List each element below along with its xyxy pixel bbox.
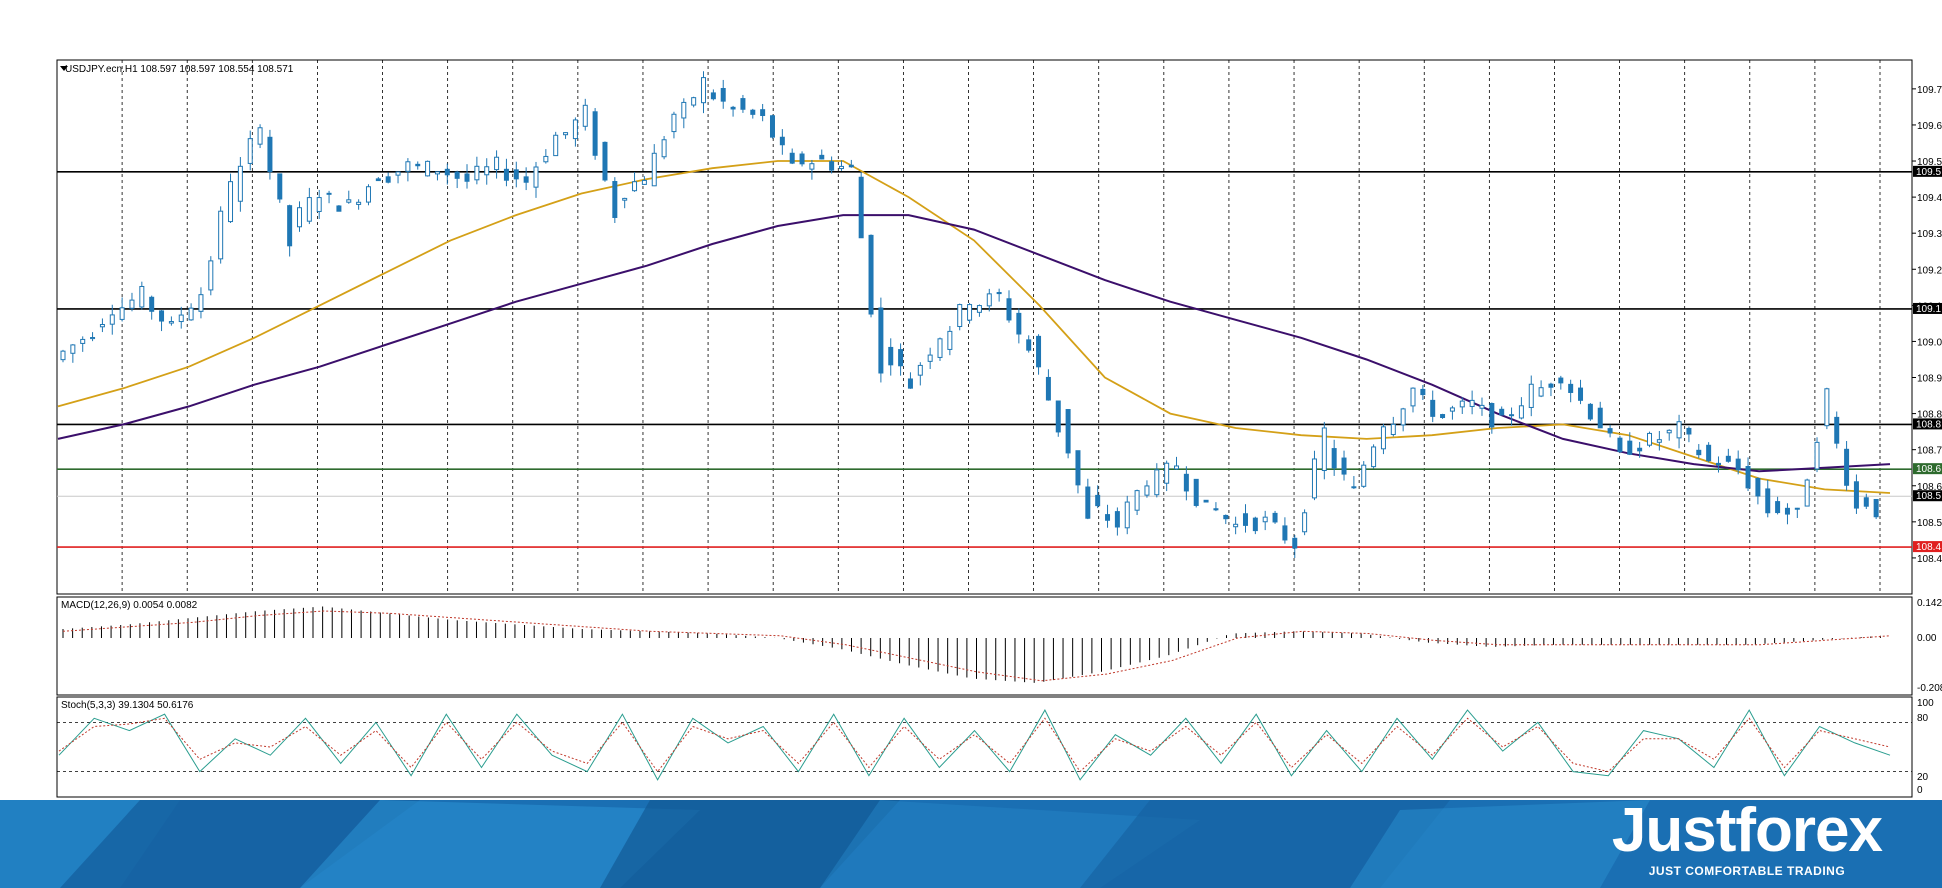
candle: [661, 136, 667, 160]
y-tick-label: 109.2: [1917, 265, 1942, 276]
candle: [1834, 411, 1840, 449]
candle: [425, 160, 431, 177]
candle: [277, 173, 283, 203]
candle: [612, 177, 618, 224]
macd-header: MACD(12,26,9) 0.0054 0.0082: [61, 600, 198, 611]
candle: [1193, 478, 1199, 508]
y-tick-label: 109.3: [1917, 229, 1942, 240]
candle: [967, 302, 973, 324]
y-tick-label: 109.7: [1917, 85, 1942, 96]
brand-logo: Justforex JUST COMFORTABLE TRADING: [1611, 796, 1883, 878]
candle: [1371, 444, 1377, 469]
candle: [1065, 409, 1071, 459]
y-tick-label: 108.4: [1917, 554, 1942, 565]
stoch-pane: [56, 696, 1913, 798]
candle: [602, 141, 608, 182]
stoch-tick-label: 0: [1917, 785, 1923, 796]
stoch-tick-label: 20: [1917, 772, 1929, 783]
candle: [1873, 498, 1879, 520]
symbol-header: USDJPY.ecn.H1 108.597 108.597 108.554 10…: [65, 64, 294, 75]
macd-tick-label: 0.1426: [1917, 598, 1942, 609]
candle: [937, 337, 943, 361]
candle: [1302, 509, 1308, 536]
level-tag: 108.5: [1916, 491, 1941, 502]
brand-tagline: JUST COMFORTABLE TRADING: [1648, 864, 1846, 878]
candle: [868, 234, 874, 318]
candle: [1203, 499, 1209, 503]
stoch-tick-label: 100: [1917, 698, 1934, 709]
macd-tick-label: -0.2085: [1917, 683, 1942, 694]
chart-canvas: 109.7 109.6 109.5 109.4 109.3 109.2 109.1 109.0…: [56, 59, 1942, 812]
candle: [1617, 435, 1623, 454]
candle: [858, 172, 864, 239]
y-tick-label: 109.4: [1917, 193, 1942, 204]
stoch-axis: 100 80 20 0: [1917, 698, 1934, 796]
candle: [1361, 461, 1367, 488]
stoch-header: Stoch(5,3,3) 39.1304 50.6176: [61, 700, 194, 711]
stoch-tick-label: 80: [1917, 713, 1929, 724]
candle: [1321, 421, 1327, 480]
level-tag: 108.6: [1916, 464, 1941, 475]
macd-tick-label: 0.00: [1917, 633, 1937, 644]
candle: [769, 114, 775, 139]
price-pane: [56, 59, 1913, 595]
candle: [1804, 478, 1810, 507]
brand-name: Justforex: [1611, 796, 1883, 865]
candle: [878, 297, 884, 383]
candle: [1706, 442, 1712, 463]
candle: [1647, 431, 1653, 448]
y-tick-label: 108.7: [1917, 446, 1942, 457]
candle: [257, 124, 263, 149]
candle: [218, 206, 224, 264]
y-tick-label: 109.0: [1917, 337, 1942, 348]
macd-axis: 0.1426 0.00 -0.2085: [1917, 598, 1942, 694]
candle: [553, 131, 559, 157]
candle: [1055, 400, 1061, 437]
level-tag: 108.4: [1916, 542, 1941, 553]
candle: [592, 108, 598, 160]
candle: [1587, 403, 1593, 421]
level-tag: 109.5: [1916, 167, 1941, 178]
y-tick-label: 108.5: [1917, 518, 1942, 529]
candle: [208, 256, 214, 296]
candle: [336, 205, 342, 212]
candle: [957, 303, 963, 331]
candle: [1824, 387, 1830, 430]
level-tag: 108.8: [1916, 419, 1941, 430]
candle: [365, 184, 371, 206]
candle: [799, 151, 805, 167]
level-tags: 109.5 109.1 108.8 108.6 108.5 108.4: [1913, 165, 1942, 553]
level-tag: 109.1: [1916, 304, 1941, 315]
y-tick-label: 108.9: [1917, 374, 1942, 385]
candle: [1814, 437, 1820, 473]
y-tick-label: 109.6: [1917, 121, 1942, 132]
